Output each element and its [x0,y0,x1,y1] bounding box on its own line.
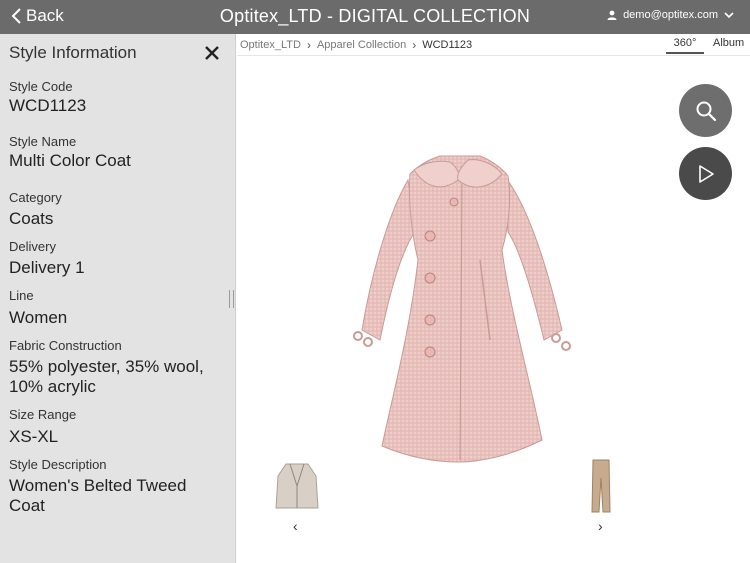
thumbnail-pants[interactable] [572,456,630,516]
pants-thumbnail-image [591,459,611,513]
fabric-construction-label: Fabric Construction [9,338,122,353]
coat-image [353,155,571,463]
user-email: demo@optitex.com [623,9,718,21]
thumbnail-jacket[interactable] [268,456,326,516]
user-icon [607,10,617,20]
play-360-button[interactable] [679,147,732,200]
close-icon[interactable] [204,45,220,61]
search-icon [696,101,716,121]
line-label: Line [9,288,34,303]
category-value: Coats [9,209,54,228]
back-label: Back [26,6,64,25]
previous-style-arrow[interactable]: ‹ [293,518,298,534]
panel-title: Style Information [9,43,137,62]
breadcrumb-item-current: WCD1123 [422,39,473,51]
fabric-construction-value: 55% polyester, 35% wool, 10% acrylic [9,357,204,396]
size-range-label: Size Range [9,407,77,422]
chevron-left-icon [11,8,21,24]
app-header: Back Optitex_LTD - DIGITAL COLLECTION de… [0,0,750,34]
style-name-label: Style Name [9,134,77,149]
style-code-label: Style Code [9,79,73,94]
zoom-button[interactable] [679,84,732,137]
jacket-thumbnail-image [275,463,319,509]
back-button[interactable]: Back [10,6,64,26]
panel-resize-handle[interactable] [229,290,234,308]
chevron-down-icon [724,11,734,18]
play-icon [698,164,714,183]
tab-album[interactable]: Album [713,37,744,49]
breadcrumb-separator-icon: › [412,38,417,52]
style-description-label: Style Description [9,457,107,472]
style-name-value: Multi Color Coat [9,151,131,170]
delivery-value: Delivery 1 [9,258,85,277]
user-menu[interactable]: demo@optitex.com [607,9,734,21]
line-value: Women [9,308,68,327]
style-code-value: WCD1123 [9,96,87,115]
style-info-panel: Style Information Style Code WCD1123 Sty… [0,34,236,563]
tab-360[interactable]: 360° [666,37,704,54]
delivery-label: Delivery [9,239,56,254]
breadcrumb-item-collection[interactable]: Apparel Collection [317,39,406,51]
style-description-value: Women's Belted Tweed Coat [9,476,187,515]
size-range-value: XS-XL [9,427,59,446]
category-label: Category [9,190,62,205]
product-image[interactable] [330,140,590,470]
breadcrumb-separator-icon: › [306,38,311,52]
next-style-arrow[interactable]: › [598,518,603,534]
breadcrumb-item-company[interactable]: Optitex_LTD [240,39,301,51]
breadcrumb: Optitex_LTD › Apparel Collection › WCD11… [240,38,472,52]
divider [237,55,750,56]
